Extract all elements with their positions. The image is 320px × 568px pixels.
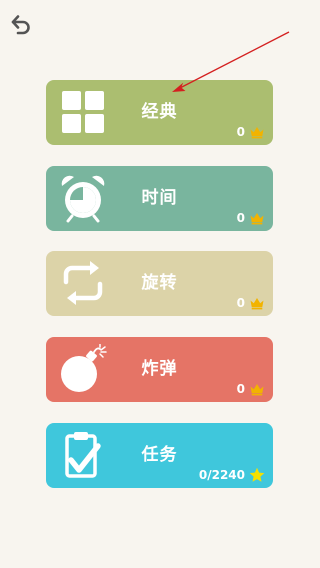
score-tasks: 0/2240 xyxy=(199,467,265,483)
score-bomb: 0 xyxy=(237,381,265,397)
crown-icon xyxy=(250,384,264,396)
mode-card-time[interactable]: 时间 0 xyxy=(46,166,273,231)
score-classic: 0 xyxy=(237,124,265,140)
crown-icon xyxy=(250,213,264,225)
mode-card-classic[interactable]: 经典 0 xyxy=(46,80,273,145)
score-value-time: 0 xyxy=(236,211,245,225)
score-rotate: 0 xyxy=(237,295,265,311)
score-value-classic: 0 xyxy=(236,125,245,139)
score-value-rotate: 0 xyxy=(236,296,245,310)
mode-card-tasks[interactable]: 任务 0/2240 xyxy=(46,423,273,488)
score-time: 0 xyxy=(237,210,265,226)
mode-card-bomb[interactable]: 炸弹 0 xyxy=(46,337,273,402)
back-button[interactable] xyxy=(8,12,34,36)
mode-card-rotate[interactable]: 旋转 0 xyxy=(46,251,273,316)
star-icon xyxy=(249,467,265,482)
back-arrow-icon xyxy=(11,15,30,35)
score-value-bomb: 0 xyxy=(236,382,245,396)
score-value-tasks: 0/2240 xyxy=(198,468,245,482)
crown-icon xyxy=(250,127,264,139)
crown-icon xyxy=(250,298,264,310)
